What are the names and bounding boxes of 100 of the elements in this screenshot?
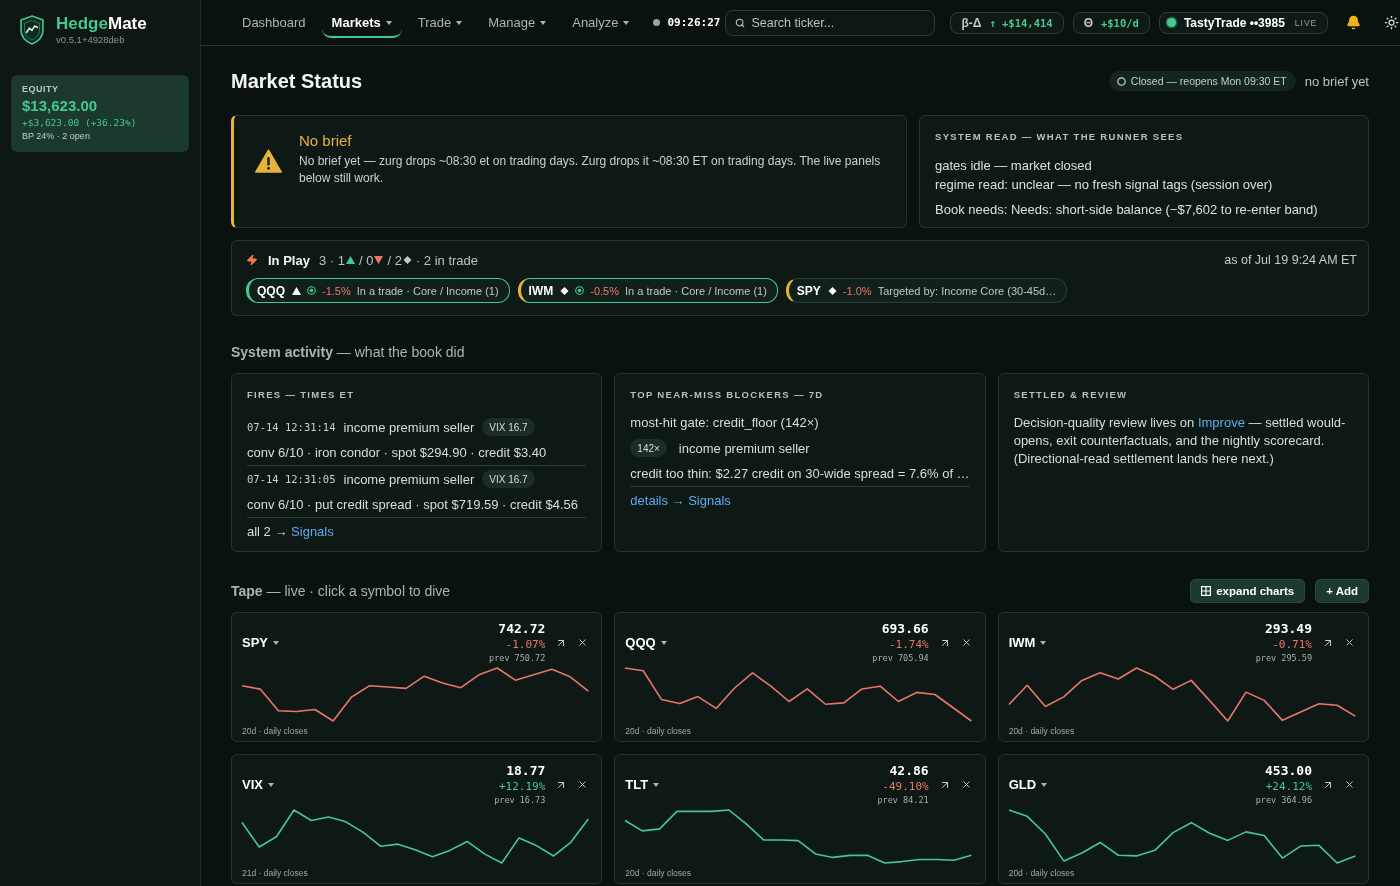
expand-charts-button[interactable]: expand charts — [1190, 579, 1306, 603]
alert-text: No brief yet — zurg drops ~08:30 et on trading days. Zurg drops it ~08:30 ET on trading days. The live panels below still work. — [299, 153, 882, 187]
caret-icon — [267, 782, 274, 787]
prev-close-text: prev 295.59 — [1255, 652, 1312, 664]
close-icon[interactable] — [960, 637, 972, 648]
prev-close-text: prev 750.72 — [489, 652, 546, 664]
improve-link[interactable]: Improve — [1197, 415, 1245, 430]
fires-footer: all 2 → Signals — [247, 523, 334, 539]
chip-note: In a trade · Core / Income (1) — [625, 284, 767, 297]
equity-detail: BP 24% · 2 open — [22, 130, 91, 143]
price-text: 18.77 — [506, 763, 546, 779]
close-icon[interactable] — [577, 637, 589, 648]
close-icon[interactable] — [1344, 779, 1355, 790]
diamond-icon — [560, 286, 570, 295]
count-tag: 142× — [630, 439, 667, 457]
symbol-dropdown[interactable]: TLT — [625, 777, 660, 792]
card-heading: TOP NEAR-MISS BLOCKERS — 7D — [630, 389, 825, 401]
symbol-dropdown[interactable]: GLD — [1008, 777, 1048, 792]
position-chip[interactable]: SPY -1.0% Targeted by: Income Core (30-45d… — [785, 278, 1068, 303]
nav-tab[interactable]: Trade — [407, 9, 473, 38]
close-icon[interactable] — [1344, 637, 1355, 648]
in-play-title: In Play — [268, 252, 310, 268]
broker-pill[interactable]: TastyTrade ••3985 LIVE — [1158, 11, 1329, 34]
bell-icon[interactable] — [1346, 15, 1362, 30]
price-text: 453.00 — [1265, 763, 1312, 779]
search-field[interactable]: Search ticker... — [725, 9, 936, 36]
chip-note: Targeted by: Income Core (30-45d… — [877, 284, 1057, 297]
diamond-icon — [827, 286, 837, 295]
close-icon[interactable] — [577, 779, 589, 790]
card-heading: FIRES — TIMES ET — [247, 389, 356, 401]
symbol-dropdown[interactable]: IWM — [1008, 635, 1047, 650]
equity-label: EQUITY — [22, 84, 60, 95]
top-gate-text: most-hit gate: credit_floor (142×) — [630, 414, 819, 430]
section-title: System activity — what the book did — [231, 344, 466, 361]
chip-change: -1.0% — [842, 284, 872, 297]
vix-tag: VIX 16.7 — [482, 418, 535, 436]
nav-tab[interactable]: Dashboard — [232, 9, 316, 38]
card-heading: SYSTEM READ — WHAT THE RUNNER SEES — [935, 131, 1185, 143]
stat-label: Θ — [1083, 15, 1093, 30]
sun-icon[interactable] — [1384, 15, 1400, 30]
summary-text: 3 · 1 — [318, 252, 345, 268]
stat-value: +$10/d — [1100, 16, 1139, 29]
position-chip[interactable]: IWM -0.5% In a trade · Core / Income (1) — [517, 278, 778, 303]
page-title: Market Status — [231, 69, 363, 93]
section-title: Tape — live · click a symbol to dive — [231, 582, 451, 600]
symbol-dropdown[interactable]: QQQ — [625, 635, 667, 650]
triangle-up-icon — [345, 256, 355, 264]
prev-close-text: prev 705.94 — [872, 652, 929, 664]
nav-tab[interactable]: Markets — [321, 9, 402, 38]
target-icon — [575, 286, 585, 295]
summary-text: · 2 in trade — [415, 252, 479, 268]
broker-mode: LIVE — [1294, 17, 1318, 28]
card-heading: SETTLED & REVIEW — [1013, 389, 1129, 401]
chart-caption: 20d · daily closes — [242, 725, 309, 737]
stat-value: ↑ +$14,414 — [989, 16, 1053, 29]
equity-value: $13,623.00 — [22, 96, 99, 116]
strategy-name: income premium seller — [678, 440, 810, 456]
symbol-dropdown[interactable]: SPY — [242, 635, 279, 650]
strategy-name: income premium seller — [343, 419, 475, 435]
fire-detail: conv 6/10 · put credit spread · spot $719.59 · credit $4.56 — [247, 497, 578, 512]
chip-symbol: QQQ — [257, 283, 285, 298]
summary-text: / 0 — [358, 252, 374, 268]
stat-label: β-Δ — [961, 15, 982, 30]
diamond-icon — [402, 256, 412, 264]
price-text: 693.66 — [881, 621, 929, 637]
chip-symbol: IWM — [528, 283, 554, 298]
search-icon — [735, 17, 746, 28]
signals-link[interactable]: Signals — [291, 523, 334, 539]
review-text: Decision-quality review lives on Improve — settled would-opens, exit counterfactuals, and the nightly scorecard. (Directional-read settlement lands here next.) — [1013, 414, 1347, 468]
change-text: -1.74% — [888, 637, 929, 652]
chart-caption: 20d · daily closes — [1008, 867, 1076, 879]
prev-close-text: prev 84.21 — [877, 794, 929, 806]
nav-tab[interactable]: Manage — [478, 9, 557, 38]
close-icon[interactable] — [960, 779, 972, 790]
position-chip[interactable]: QQQ -1.5% In a trade · Core / Income (1) — [246, 278, 510, 303]
clock-time: 09:26:27 — [667, 16, 721, 29]
nav-tab[interactable]: Analyze — [562, 9, 640, 38]
fire-time: 07-14 12:31:14 — [247, 421, 336, 433]
version-text: v0.5.1+4928deb — [56, 34, 126, 46]
fire-time: 07-14 12:31:05 — [247, 473, 336, 485]
symbol-dropdown[interactable]: VIX — [242, 777, 274, 792]
add-button[interactable]: + Add — [1315, 579, 1369, 603]
details-link[interactable]: details → Signals — [630, 492, 731, 508]
triangle-down-icon — [374, 256, 384, 264]
system-read-line: regime read: unclear — no fresh signal tags (session over) — [935, 176, 1274, 194]
chip-note: In a trade · Core / Income (1) — [356, 284, 499, 297]
brief-status: no brief yet — [1304, 73, 1369, 89]
market-state-text: Closed — reopens Mon 09:30 ET — [1130, 75, 1287, 87]
prev-close-text: prev 16.73 — [494, 794, 546, 806]
triangle-up-icon — [292, 286, 301, 295]
chip-change: -0.5% — [590, 284, 619, 297]
strategy-name: income premium seller — [343, 471, 475, 487]
change-text: -1.07% — [505, 637, 546, 652]
caret-icon — [273, 640, 279, 645]
price-text: 293.49 — [1265, 621, 1312, 637]
change-text: -0.71% — [1272, 637, 1312, 652]
caret-icon — [660, 640, 667, 645]
equity-change: +$3,623.00 (+36.23%) — [22, 116, 138, 130]
shield-icon — [20, 15, 44, 45]
price-text: 742.72 — [498, 621, 546, 637]
